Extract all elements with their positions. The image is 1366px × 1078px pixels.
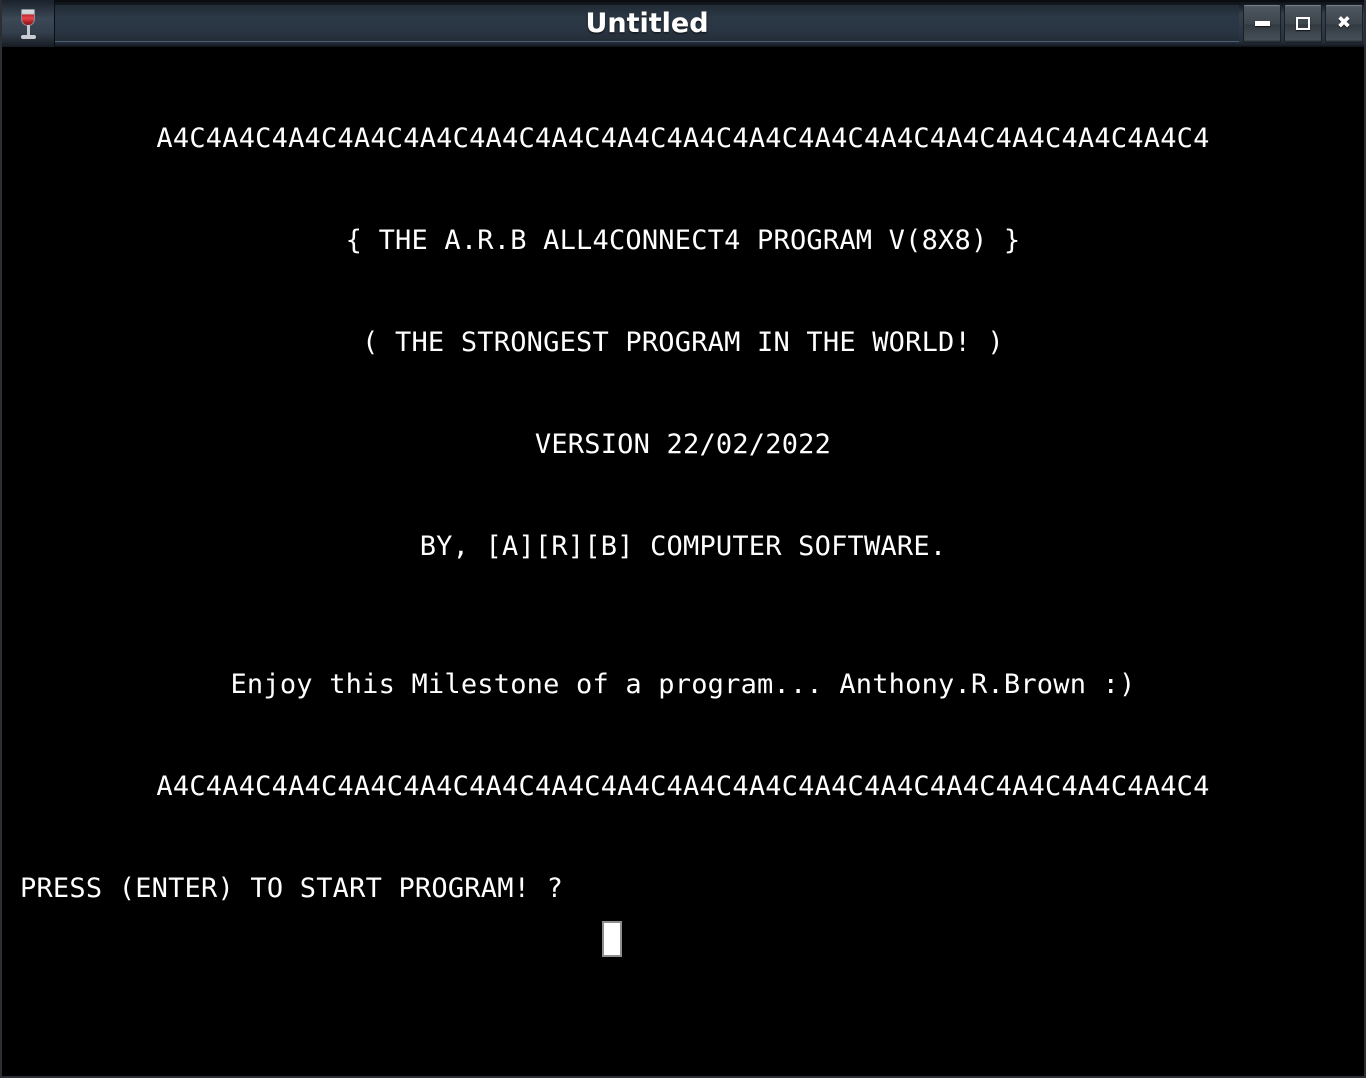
console-enjoy-message: Enjoy this Milestone of a program... Ant… — [230, 669, 1136, 700]
wine-glass-stem — [27, 24, 30, 36]
titlebar-top-edge — [2, 0, 1364, 2]
wine-glass-bowl — [21, 8, 35, 26]
window-title: Untitled — [585, 7, 709, 39]
maximize-icon — [1296, 17, 1310, 30]
close-button[interactable]: ✖ — [1325, 4, 1363, 43]
console-program-title: { THE A.R.B ALL4CONNECT4 PROGRAM V(8X8) … — [345, 225, 1021, 256]
title-bar[interactable]: Untitled ✖ — [2, 0, 1364, 48]
console-prompt-text: PRESS (ENTER) TO START PROGRAM! ? — [20, 873, 564, 904]
console-banner-bottom: A4C4A4C4A4C4A4C4A4C4A4C4A4C4A4C4A4C4A4C4… — [156, 771, 1210, 802]
title-field: Untitled — [55, 4, 1239, 42]
wine-glass-icon — [18, 7, 38, 41]
close-icon: ✖ — [1336, 13, 1352, 33]
window-menu-button[interactable] — [2, 0, 55, 47]
console-author-credit: BY, [A][R][B] COMPUTER SOFTWARE. — [419, 531, 947, 562]
maximize-button[interactable] — [1284, 4, 1322, 43]
console-banner-top: A4C4A4C4A4C4A4C4A4C4A4C4A4C4A4C4A4C4A4C4… — [156, 123, 1210, 154]
minimize-button[interactable] — [1243, 4, 1281, 43]
console-output-area[interactable]: A4C4A4C4A4C4A4C4A4C4A4C4A4C4A4C4A4C4A4C4… — [2, 47, 1364, 1076]
text-cursor — [602, 921, 622, 957]
console-version: VERSION 22/02/2022 — [534, 429, 832, 460]
wine-glass-foot — [21, 34, 36, 39]
minimize-icon — [1254, 21, 1270, 26]
application-window: Untitled ✖ A4C4A4C4A4C4A4C4A4C4A4C4A4C4A… — [0, 0, 1366, 1078]
window-controls: ✖ — [1239, 0, 1364, 47]
console-tagline: ( THE STRONGEST PROGRAM IN THE WORLD! ) — [362, 327, 1004, 358]
